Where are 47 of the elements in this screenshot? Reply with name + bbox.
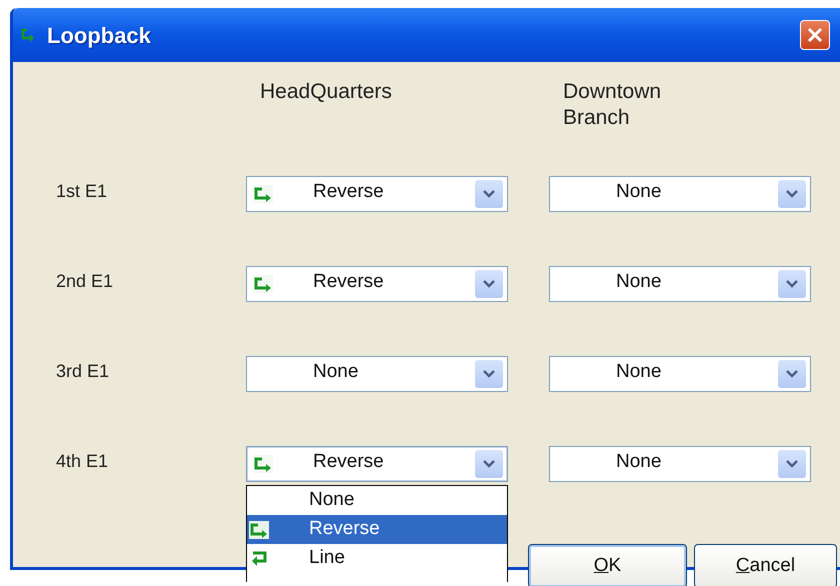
row-label: 3rd E1 xyxy=(56,360,110,383)
chevron-down-icon xyxy=(786,190,798,198)
chevron-down-icon xyxy=(483,280,495,288)
dropdown-option[interactable]: None xyxy=(247,486,507,515)
chevron-down-icon xyxy=(786,460,798,468)
dropdown-value: None xyxy=(616,360,662,384)
row-label: 1st E1 xyxy=(56,180,108,203)
column-heading: HeadQuarters xyxy=(259,79,393,105)
dropdown-value: None xyxy=(616,450,662,474)
row-label: 2nd E1 xyxy=(56,270,114,293)
row-label: 4th E1 xyxy=(56,450,110,473)
dropdown-arrow-button[interactable] xyxy=(778,180,806,208)
chevron-down-icon xyxy=(483,190,495,198)
dropdown-option[interactable]: Line xyxy=(247,544,507,573)
dropdown-option[interactable]: Reverse xyxy=(247,515,507,544)
dropdown[interactable]: Reverse xyxy=(246,176,508,212)
dropdown-value: None xyxy=(616,270,662,294)
dropdown-value: None xyxy=(313,360,358,384)
dropdown-arrow-button[interactable] xyxy=(778,450,806,478)
close-button[interactable] xyxy=(800,20,830,50)
close-icon xyxy=(807,27,823,43)
window-title: Loopback xyxy=(47,22,151,50)
dropdown-arrow-button[interactable] xyxy=(475,270,503,298)
chevron-down-icon xyxy=(786,370,798,378)
dropdown-value: Reverse xyxy=(313,270,384,294)
dropdown[interactable]: None xyxy=(549,446,811,482)
dialog-button[interactable]: Cancel xyxy=(694,544,837,586)
dropdown-value: Reverse xyxy=(313,450,384,474)
dropdown[interactable]: Reverse xyxy=(246,266,508,302)
dropdown[interactable]: None xyxy=(549,176,811,212)
dialog-button[interactable]: OK xyxy=(528,544,687,586)
dropdown-value: Reverse xyxy=(313,180,384,204)
dropdown-arrow-button[interactable] xyxy=(475,360,503,388)
dropdown-value: None xyxy=(616,180,662,204)
dropdown-arrow-button[interactable] xyxy=(475,180,503,208)
chevron-down-icon xyxy=(483,370,495,378)
dropdown[interactable]: Reverse xyxy=(246,446,508,482)
chevron-down-icon xyxy=(483,460,495,468)
chevron-down-icon xyxy=(786,280,798,288)
dropdown-arrow-button[interactable] xyxy=(475,450,503,478)
dropdown[interactable]: None xyxy=(549,356,811,392)
dropdown[interactable]: None xyxy=(549,266,811,302)
dropdown[interactable]: None xyxy=(246,356,508,392)
loop-arrow-icon xyxy=(21,28,35,42)
column-heading: Downtown Branch xyxy=(562,79,662,131)
dropdown-arrow-button[interactable] xyxy=(778,360,806,388)
dropdown-arrow-button[interactable] xyxy=(778,270,806,298)
